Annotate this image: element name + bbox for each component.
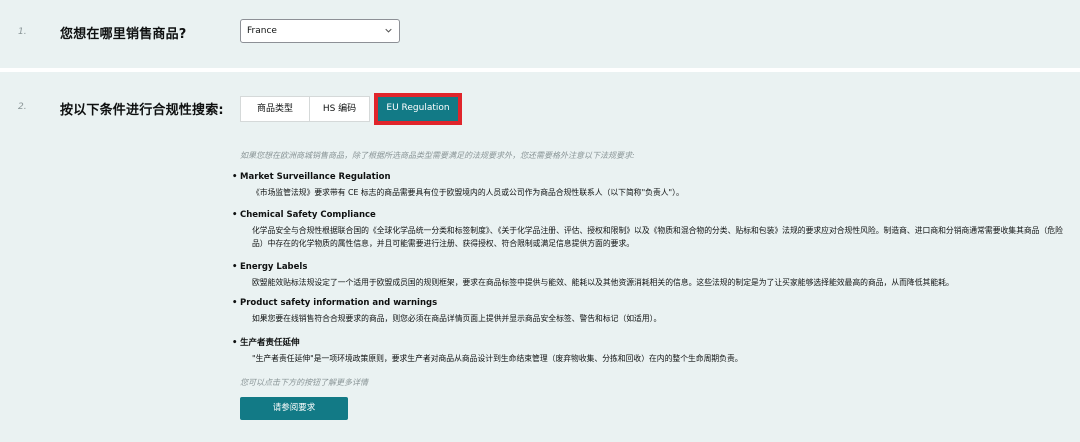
bullet: • — [232, 172, 238, 182]
regulation-title: Product safety information and warnings — [240, 298, 438, 308]
step-number: 2. — [18, 102, 27, 112]
tab-eu-regulation-label: EU Regulation — [378, 97, 458, 121]
country-select-value: France — [247, 26, 277, 36]
regulation-item: • Energy Labels 欧盟能效贴标法规设定了一个适用于欧盟成员国的规则框… — [232, 262, 1072, 289]
country-select[interactable]: France — [240, 19, 400, 43]
tab-eu-regulation[interactable]: EU Regulation — [374, 93, 462, 125]
regulation-description: 化学品安全与合规性根据联合国的《全球化学品统一分类和标签制度》、《关于化学品注册… — [252, 226, 1063, 248]
bullet: • — [232, 338, 238, 348]
regulation-item: • Chemical Safety Compliance 化学品安全与合规性根据联… — [232, 210, 1072, 250]
regulation-title: Chemical Safety Compliance — [240, 210, 376, 220]
bullet: • — [232, 210, 238, 220]
regulation-item: • 生产者责任延伸 "生产者责任延伸"是一项环境政策原则，要求生产者对商品从商品设… — [232, 336, 1072, 365]
step-question: 按以下条件进行合规性搜索: — [60, 103, 224, 118]
regulation-item: • Product safety information and warnings… — [232, 298, 1072, 325]
regulation-title: 生产者责任延伸 — [240, 338, 300, 348]
chevron-down-icon — [385, 28, 392, 33]
bullet: • — [232, 262, 238, 272]
step-where-to-sell: 1. 您想在哪里销售商品? France — [0, 0, 1080, 68]
tab-product-type[interactable]: 商品类型 — [240, 96, 310, 122]
regulation-description: 《市场监管法规》要求带有 CE 标志的商品需要具有位于欧盟境内的人员或公司作为商… — [252, 188, 684, 197]
bullet: • — [232, 298, 238, 308]
regulation-description: 如果您要在线销售符合合规要求的商品，则您必须在商品详情页面上提供并显示商品安全标… — [252, 314, 662, 323]
step-compliance-search: 2. 按以下条件进行合规性搜索: 商品类型 HS 编码 EU Regulatio… — [0, 72, 1080, 442]
step-number: 1. — [18, 27, 27, 37]
tab-hs-code[interactable]: HS 编码 — [310, 96, 370, 122]
regulation-description: 欧盟能效贴标法规设定了一个适用于欧盟成员国的规则框架，要求在商品标签中提供与能效… — [252, 278, 954, 287]
regulation-title: Energy Labels — [240, 262, 308, 272]
learn-more-hint: 您可以点击下方的按钮了解更多详情 — [240, 378, 368, 387]
regulation-item: • Market Surveillance Regulation 《市场监管法规》… — [232, 172, 1072, 199]
see-requirements-button[interactable]: 请参阅要求 — [240, 397, 348, 420]
regulations-intro: 如果您想在欧洲商城销售商品，除了根据所选商品类型需要满足的法规要求外，您还需要格… — [240, 151, 635, 160]
regulation-title: Market Surveillance Regulation — [240, 172, 391, 182]
step-question: 您想在哪里销售商品? — [60, 27, 187, 42]
regulation-description: "生产者责任延伸"是一项环境政策原则，要求生产者对商品从商品设计到生命结束管理（… — [252, 354, 743, 363]
